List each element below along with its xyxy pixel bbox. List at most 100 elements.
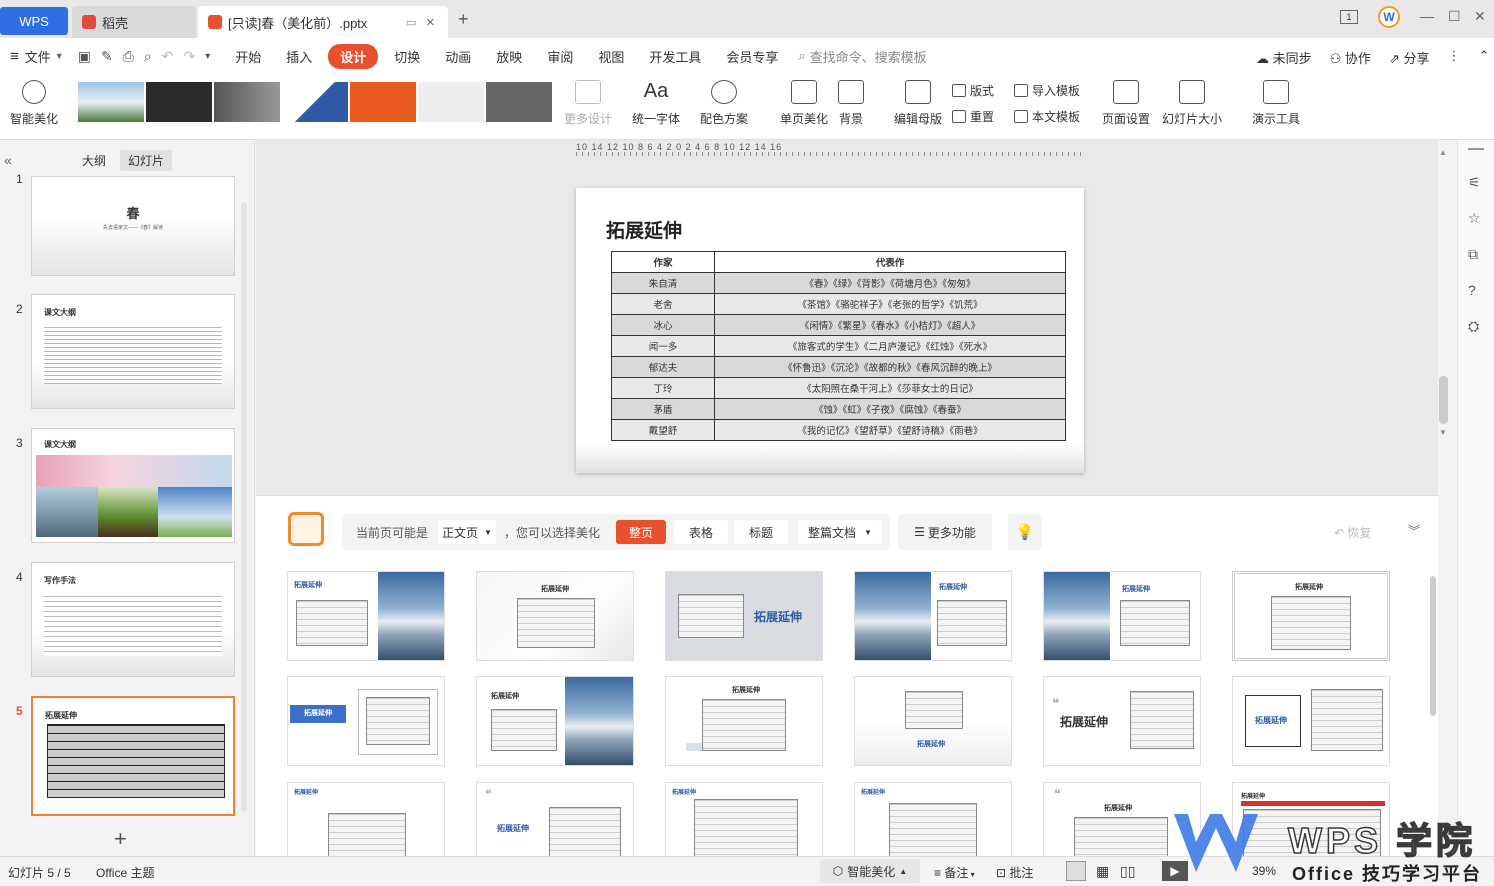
smart-beautify-button[interactable]: 智能美化 — [10, 80, 58, 127]
menu-view[interactable]: 视图 — [589, 43, 633, 70]
import-template-button[interactable]: 导入模板 — [1014, 82, 1080, 99]
menu-developer[interactable]: 开发工具 — [640, 43, 710, 70]
author-table[interactable]: 作家 代表作 朱自清 《春》《绿》《背影》《荷塘月色》《匆匆》 老舍 《茶馆》《骆驼… — [611, 251, 1066, 441]
template-card[interactable]: 拓展延伸 — [854, 676, 1012, 766]
beautify-scrollbar[interactable] — [1430, 576, 1436, 716]
undo-icon[interactable]: ↶ — [162, 48, 174, 65]
slide-thumb-2[interactable]: 课文大纲 — [31, 294, 235, 409]
template-card[interactable]: 拓展延伸 — [1232, 676, 1390, 766]
tab-slides[interactable]: 幻灯片 — [120, 150, 173, 171]
template-card[interactable]: 拓展延伸 — [854, 782, 1012, 857]
docer-tab[interactable]: 稻壳 — [72, 6, 196, 38]
sync-button[interactable]: ☁ 未同步 — [1256, 48, 1312, 67]
minimize-icon[interactable]: — — [1420, 8, 1434, 24]
menu-review[interactable]: 审阅 — [538, 43, 582, 70]
current-slide[interactable]: 拓展延伸 作家 代表作 朱自清 《春》《绿》《背影》《荷塘月色》《匆匆》 老舍 《茶… — [576, 188, 1084, 473]
menu-insert[interactable]: 插入 — [277, 43, 321, 70]
menu-design[interactable]: 设计 — [328, 43, 379, 69]
design-template-1[interactable] — [78, 82, 144, 122]
tab-close-icon[interactable]: × — [426, 14, 435, 31]
close-window-icon[interactable]: ✕ — [1474, 8, 1486, 25]
design-template-4[interactable] — [282, 82, 348, 122]
help-icon[interactable]: ? — [1468, 282, 1476, 298]
slide-thumb-3[interactable]: 课文大纲 — [31, 428, 235, 543]
menu-animation[interactable]: 动画 — [436, 43, 480, 70]
settings-sliders-icon[interactable]: ⚟ — [1468, 174, 1481, 191]
edit-master-button[interactable]: 编辑母版 — [894, 80, 942, 127]
redo-icon[interactable]: ↷ — [183, 48, 195, 65]
menu-member[interactable]: 会员专享 — [717, 43, 787, 70]
collapse-sidebar-icon[interactable]: « — [4, 152, 12, 168]
tab-outline[interactable]: 大纲 — [82, 152, 106, 169]
template-card[interactable]: 拓展延伸 — [476, 676, 634, 766]
template-card[interactable]: 拓展延伸 — [1232, 782, 1390, 857]
grid-view-icon[interactable]: ▦ — [1096, 863, 1109, 880]
sidebar-scrollbar[interactable] — [241, 202, 247, 812]
window-count-badge[interactable]: 1 — [1340, 10, 1358, 24]
page-setup-button[interactable]: 页面设置 — [1102, 80, 1150, 127]
more-icon[interactable]: ⋮ — [1447, 48, 1460, 67]
page-beautify-button[interactable]: 单页美化 — [780, 80, 828, 127]
design-template-3[interactable] — [214, 82, 280, 122]
bulb-tip-button[interactable]: 💡 — [1008, 514, 1042, 550]
template-card[interactable]: 拓展延伸 — [287, 782, 445, 857]
zoom-level[interactable]: 39% — [1252, 864, 1276, 878]
template-card[interactable]: ❝ 拓展延伸 — [1043, 782, 1201, 857]
canvas-scroll-thumb[interactable] — [1439, 376, 1448, 424]
customize-toolbar-icon[interactable]: ▾ — [205, 51, 210, 62]
template-card[interactable]: 拓展延伸 — [1232, 571, 1390, 661]
scroll-down-icon[interactable]: ▼ — [1439, 428, 1447, 437]
file-menu[interactable]: ≡ 文件 ▼ — [0, 47, 64, 66]
copy-icon[interactable]: ⧉ — [1468, 246, 1478, 263]
restore-button[interactable]: ↶ 恢复 — [1334, 524, 1371, 541]
notes-button[interactable]: ≡ 备注 ▾ — [934, 864, 975, 881]
print-preview-icon[interactable]: ⌕ — [144, 48, 152, 65]
new-tab-button[interactable]: + — [458, 9, 469, 30]
template-card[interactable]: 拓展延伸 — [476, 571, 634, 661]
background-button[interactable]: 背景 — [838, 80, 864, 127]
status-smart-beautify-button[interactable]: ⬡ 智能美化 ▲ — [820, 859, 920, 883]
template-card[interactable]: ❝ 拓展延伸 — [476, 782, 634, 857]
color-scheme-button[interactable]: 配色方案 — [700, 80, 748, 127]
template-card[interactable]: 拓展延伸 — [665, 571, 823, 661]
menu-slideshow[interactable]: 放映 — [487, 43, 531, 70]
design-template-7[interactable] — [486, 82, 552, 122]
scroll-up-icon[interactable]: ▲ — [1439, 148, 1447, 157]
slide-title[interactable]: 拓展延伸 — [606, 216, 682, 243]
design-template-2[interactable] — [146, 82, 212, 122]
collapse-ribbon-icon[interactable]: ⌃ — [1478, 48, 1489, 67]
beautify-table-button[interactable]: 表格 — [674, 520, 728, 544]
slide-size-button[interactable]: 幻灯片大小 — [1162, 80, 1222, 127]
presentation-tools-button[interactable]: 演示工具 — [1252, 80, 1300, 127]
save-icon[interactable]: ▣ — [78, 48, 91, 65]
play-slideshow-icon[interactable]: ▶ — [1162, 861, 1188, 881]
more-features-button[interactable]: ☰ 更多功能 — [898, 514, 992, 550]
page-type-dropdown[interactable]: 正文页 ▼ — [438, 520, 496, 544]
comment-button[interactable]: ⊡ 批注 — [996, 864, 1033, 881]
template-card[interactable]: ❝ 拓展延伸 — [1043, 676, 1201, 766]
menu-transition[interactable]: 切换 — [385, 43, 429, 70]
backup-icon[interactable]: ⛭ — [1468, 318, 1479, 335]
slide-thumb-1[interactable]: 春 失去语家文——《春》解读 — [31, 176, 235, 276]
wps-home-tab[interactable]: WPS — [0, 7, 68, 35]
design-template-6[interactable] — [418, 82, 484, 122]
tab-monitor-icon[interactable]: ▭ — [406, 16, 416, 29]
beautify-document-dropdown[interactable]: 整篇文档 ▼ — [798, 520, 882, 544]
collapse-panel-icon[interactable]: ︾ — [1408, 522, 1420, 539]
normal-view-icon[interactable] — [1066, 861, 1086, 881]
beautify-title-button[interactable]: 标题 — [734, 520, 788, 544]
format-painter-icon[interactable]: ✎ — [101, 48, 113, 65]
layout-button[interactable]: 版式 — [952, 82, 994, 99]
template-card[interactable]: 拓展延伸 — [665, 676, 823, 766]
this-template-button[interactable]: 本文模板 — [1014, 108, 1080, 125]
template-card[interactable]: 拓展延伸 — [287, 676, 445, 766]
template-card[interactable]: 拓展延伸 — [287, 571, 445, 661]
canvas-scrollbar[interactable]: ▲ ▼ — [1439, 148, 1449, 478]
reset-button[interactable]: 重置 — [952, 108, 994, 125]
design-template-5[interactable] — [350, 82, 416, 122]
reading-view-icon[interactable]: ▯▯ — [1120, 863, 1135, 880]
template-card[interactable]: 拓展延伸 — [665, 782, 823, 857]
template-card[interactable]: 拓展延伸 — [1043, 571, 1201, 661]
star-icon[interactable]: ☆ — [1468, 210, 1481, 227]
template-card[interactable]: 拓展延伸 — [854, 571, 1012, 661]
